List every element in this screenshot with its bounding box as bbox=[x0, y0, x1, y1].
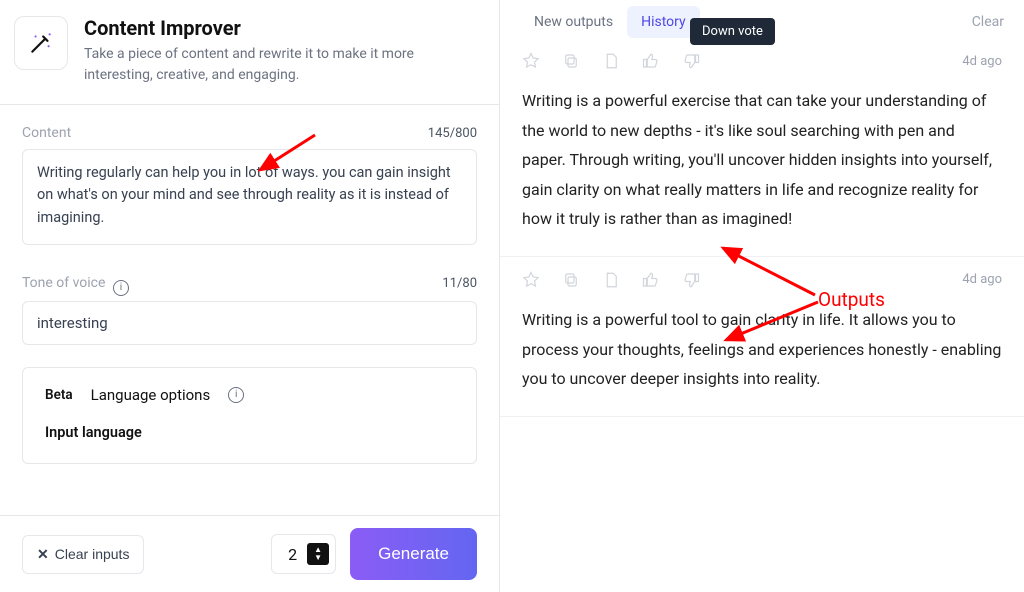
clear-inputs-button[interactable]: ✕ Clear inputs bbox=[22, 535, 144, 574]
bottom-bar: ✕ Clear inputs 2 ▲▼ Generate bbox=[0, 515, 499, 592]
input-language-label: Input language bbox=[45, 424, 454, 441]
output-timestamp: 4d ago bbox=[962, 54, 1002, 69]
input-panel: Content Improver Take a piece of content… bbox=[0, 0, 500, 592]
language-options-box: Beta Language options i Input language bbox=[22, 367, 477, 464]
stepper-icon[interactable]: ▲▼ bbox=[307, 543, 329, 565]
output-count-value: 2 bbox=[288, 545, 297, 564]
content-label: Content bbox=[22, 125, 71, 141]
content-counter: 145/800 bbox=[428, 126, 477, 141]
tab-history[interactable]: History bbox=[627, 6, 700, 38]
content-textarea[interactable] bbox=[22, 149, 477, 245]
clear-inputs-label: Clear inputs bbox=[55, 546, 130, 562]
document-icon[interactable] bbox=[602, 52, 620, 70]
tone-input[interactable] bbox=[22, 301, 477, 345]
tool-icon bbox=[14, 16, 68, 70]
clear-outputs-button[interactable]: Clear bbox=[972, 14, 1004, 30]
close-icon: ✕ bbox=[37, 546, 49, 563]
document-icon[interactable] bbox=[602, 271, 620, 289]
output-timestamp: 4d ago bbox=[962, 272, 1002, 287]
output-card: 4d ago Writing is a powerful exercise th… bbox=[500, 38, 1024, 257]
language-options-label: Language options bbox=[91, 386, 211, 404]
thumbs-up-icon[interactable] bbox=[642, 271, 660, 289]
tool-header: Content Improver Take a piece of content… bbox=[0, 0, 499, 105]
thumbs-down-icon[interactable] bbox=[682, 271, 700, 289]
tone-label: Tone of voice i bbox=[22, 275, 129, 293]
star-icon[interactable] bbox=[522, 271, 540, 289]
output-count-stepper[interactable]: 2 ▲▼ bbox=[271, 534, 336, 574]
page-title: Content Improver bbox=[84, 16, 479, 40]
thumbs-up-icon[interactable] bbox=[642, 52, 660, 70]
output-text: Writing is a powerful exercise that can … bbox=[522, 86, 1002, 234]
copy-icon[interactable] bbox=[562, 52, 580, 70]
star-icon[interactable] bbox=[522, 52, 540, 70]
tab-new-outputs[interactable]: New outputs bbox=[520, 6, 627, 38]
copy-icon[interactable] bbox=[562, 271, 580, 289]
output-panel: New outputs History Clear Down vote 4d a… bbox=[500, 0, 1024, 592]
output-card: 4d ago Writing is a powerful tool to gai… bbox=[500, 257, 1024, 417]
output-text: Writing is a powerful tool to gain clari… bbox=[522, 305, 1002, 394]
beta-badge: Beta bbox=[45, 387, 73, 403]
tabs: New outputs History Clear Down vote bbox=[500, 0, 1024, 38]
thumbs-down-icon[interactable] bbox=[682, 52, 700, 70]
tone-counter: 11/80 bbox=[442, 276, 477, 291]
info-icon[interactable]: i bbox=[228, 387, 244, 403]
tooltip-downvote: Down vote bbox=[690, 18, 775, 45]
page-subtitle: Take a piece of content and rewrite it t… bbox=[84, 44, 479, 86]
form-area: Content 145/800 Tone of voice i 11/80 Be… bbox=[0, 105, 499, 515]
info-icon: i bbox=[113, 280, 129, 296]
generate-button[interactable]: Generate bbox=[350, 528, 477, 580]
tone-label-text: Tone of voice bbox=[22, 275, 105, 291]
